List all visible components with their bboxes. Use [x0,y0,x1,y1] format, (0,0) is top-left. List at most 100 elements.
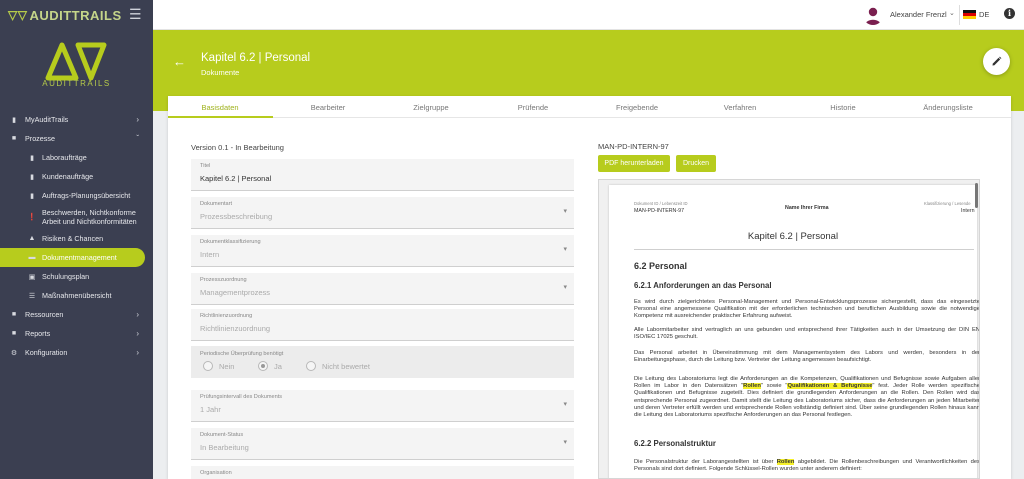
dropdown-arrow-icon: ▾ [563,284,567,291]
tab-verfahren[interactable]: Verfahren [695,103,785,112]
radio-label: Nein [219,361,235,371]
back-arrow-icon[interactable]: ← [173,54,186,69]
tab-pruefende[interactable]: Prüfende [488,103,578,112]
sidebar-nav: ▮ MyAuditTrails › ■ Prozesse ˇ ▮ Laborau… [0,110,153,362]
pdf-subheading: 6.2.1 Anforderungen an das Personal [634,281,772,290]
pdf-viewer[interactable]: Dokument ID / Lebenszeit ID MAN-PD-INTER… [598,179,980,479]
dropdown-arrow-icon: ▾ [563,401,567,408]
pdf-highlight: Rollen [743,383,761,390]
sidebar-item-laborauftraege[interactable]: ▮ Laboraufträge [0,148,153,167]
sidebar-item-ressourcen[interactable]: ■ Ressourcen › [0,305,153,324]
user-name[interactable]: Alexander Frenzl [890,10,947,19]
brand-name: AUDITTRAILS [29,7,122,23]
tab-freigebende[interactable]: Freigebende [592,103,682,112]
pdf-highlight: Rollen [776,459,795,465]
page-subtitle: Dokumente [201,68,240,77]
sidebar-item-risiken[interactable]: ▲ Risiken & Chancen [0,229,153,248]
chevron-right-icon: › [136,115,139,124]
chevron-right-icon: › [136,329,139,338]
bookmark-icon: ▮ [12,116,16,124]
document-code: MAN-PD-INTERN-97 [598,142,669,151]
warning-icon: ▲ [28,235,36,242]
pdf-scrollbar[interactable] [975,183,978,208]
pdf-heading: 6.2 Personal [634,261,688,271]
sidebar-item-label: Prozesse [25,134,55,143]
pdf-paragraph: Alle Labormitarbeiter sind vertraglich a… [634,327,980,341]
pdf-header-center: Name Ihrer Firma [785,205,829,211]
sidebar-item-prozesse[interactable]: ■ Prozesse ˇ [0,129,153,148]
richtlinienzuordnung-field[interactable]: Richtlinienzuordnung Richtlinienzuordnun… [191,309,574,341]
pdf-download-button[interactable]: PDF herunterladen [598,155,670,172]
document-card: Basisdaten Bearbeiter Zielgruppe Prüfend… [168,96,1011,479]
sidebar-item-label: Konfiguration [25,348,68,357]
field-value: Prozessbeschreibung [200,212,273,221]
radio-nein[interactable]: Nein [203,361,234,371]
pdf-header-right-label: Klassifizierung / Lesende [924,201,971,206]
pdf-paragraph: Die Personalstruktur der Laborangestellt… [634,459,979,473]
field-value: Kapitel 6.2 | Personal [200,174,272,183]
prozesszuordnung-select[interactable]: Prozesszuordnung Managementprozess ▾ [191,273,574,305]
divider [959,5,960,25]
field-label: Richtlinienzuordnung [200,313,253,319]
tab-aenderungsliste[interactable]: Änderungsliste [903,103,993,112]
folder-icon: ■ [11,311,17,318]
sidebar-item-auftrags-planungsuebersicht[interactable]: ▮ Auftrags-Planungsübersicht [0,186,153,205]
gear-icon: ⚙ [10,349,18,357]
sidebar-item-massnahmenuebersicht[interactable]: ☰ Maßnahmenübersicht [0,286,153,305]
radio-circle [306,361,316,371]
sidebar-item-kundenauftraege[interactable]: ▮ Kundenaufträge [0,167,153,186]
dropdown-arrow-icon: ▾ [563,208,567,215]
german-flag-icon[interactable] [963,10,976,19]
edit-button[interactable] [983,48,1010,75]
pdf-paragraph: Das Personal arbeitet in Übereinstimmung… [634,350,980,364]
pdf-page: Dokument ID / Lebenszeit ID MAN-PD-INTER… [609,185,980,478]
chevron-down-icon: ˇ [136,134,139,143]
radio-circle-selected [258,361,268,371]
info-icon[interactable]: i [1004,8,1015,19]
tab-zielgruppe[interactable]: Zielgruppe [386,103,476,112]
pdf-paragraph: Die Leitung des Laboratoriums legt die A… [634,376,979,419]
pruefungsintervall-select[interactable]: Prüfungsintervall des Dokuments 1 Jahr ▾ [191,390,574,422]
chevron-down-icon[interactable]: ⌄ [949,9,955,17]
sidebar-item-reports[interactable]: ■ Reports › [0,324,153,343]
tab-historie[interactable]: Historie [798,103,888,112]
tab-bearbeiter[interactable]: Bearbeiter [283,103,373,112]
language-selector[interactable]: DE [979,10,989,19]
sidebar-item-konfiguration[interactable]: ⚙ Konfiguration › [0,343,153,362]
field-value: Richtlinienzuordnung [200,324,271,333]
radio-ja[interactable]: Ja [258,361,282,371]
dokumentart-select[interactable]: Dokumentart Prozessbeschreibung ▾ [191,197,574,229]
tab-bar: Basisdaten Bearbeiter Zielgruppe Prüfend… [168,96,1011,118]
dokumentklassifizierung-select[interactable]: Dokumentklassifizierung Intern ▾ [191,235,574,267]
file-icon: ▮ [30,173,34,181]
dokument-status-select[interactable]: Dokument-Status In Bearbeitung ▾ [191,428,574,460]
folder-icon: ■ [11,135,17,142]
title-field[interactable]: Titel Kapitel 6.2 | Personal [191,159,574,191]
radio-nicht-bewertet[interactable]: Nicht bewertet [306,361,370,371]
dropdown-arrow-icon: ▾ [563,439,567,446]
sidebar-item-dokumentmanagement[interactable]: ▬ Dokumentmanagement [0,248,145,267]
tab-basisdaten[interactable]: Basisdaten [175,103,265,112]
sidebar-item-schulungsplan[interactable]: ▣ Schulungsplan [0,267,153,286]
field-label: Dokumentklassifizierung [200,239,261,245]
menu-icon[interactable]: ☰ [129,6,142,23]
chevron-right-icon: › [136,310,139,319]
print-button[interactable]: Drucken [676,155,716,172]
field-value: In Bearbeitung [200,443,249,452]
sidebar-item-myaudittrails[interactable]: ▮ MyAuditTrails › [0,110,153,129]
active-tab-indicator [168,116,273,118]
field-label: Prüfungsintervall des Dokuments [200,394,283,400]
pdf-title: Kapitel 6.2 | Personal [747,231,839,242]
radio-label: Nicht bewertet [322,361,370,371]
field-label: Dokumentart [200,201,233,207]
organisation-field[interactable]: Organisation [191,466,574,479]
sidebar-item-beschwerden[interactable]: ❗ Beschwerden, Nichtkonforme Arbeit und … [0,205,153,229]
field-value: 1 Jahr [200,405,221,414]
avatar[interactable] [863,5,883,25]
calendar-icon: ▣ [28,273,36,281]
document-icon: ▬ [28,254,36,261]
sidebar-item-label: Beschwerden, Nichtkonforme Arbeit und Ni… [42,208,137,226]
radio-circle [203,361,213,371]
pdf-header-left-label: Dokument ID / Lebenszeit ID [634,201,688,206]
pdf-header-right-value: Intern [961,208,975,214]
